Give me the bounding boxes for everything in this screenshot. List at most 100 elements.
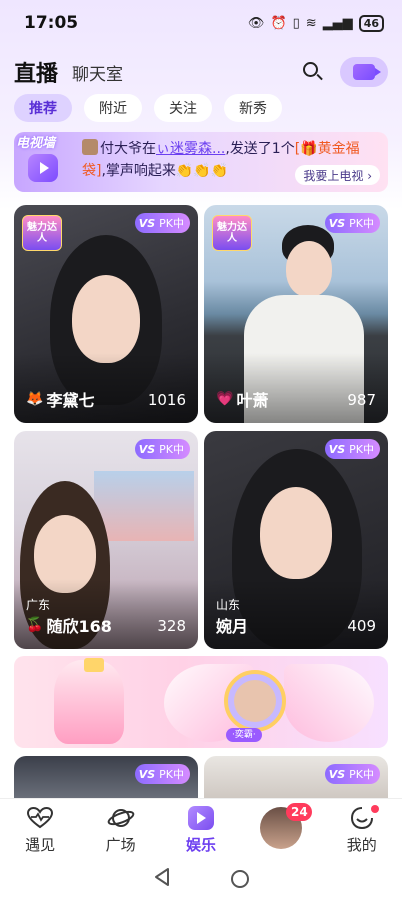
streamer-name-text: 叶萧	[236, 391, 269, 410]
thumbnail-background-stage	[94, 471, 194, 541]
search-icon[interactable]	[300, 59, 326, 85]
crown-icon	[84, 658, 104, 672]
pk-label: PK中	[349, 768, 374, 781]
nav-plaza-label: 广场	[105, 836, 136, 854]
viewer-count: 328	[157, 617, 186, 635]
streamer-name: 🍒 随欣168	[26, 613, 112, 637]
live-room-card[interactable]: VS PK中 广东 🍒 随欣168 328	[14, 431, 198, 649]
promo-name-plate: ·奕霸·	[226, 728, 262, 742]
gift-icon: 🎁	[300, 141, 318, 157]
vs-label: VS	[138, 442, 156, 456]
viewer-count: 409	[347, 617, 376, 635]
streamer-name-text: 李黛七	[46, 391, 95, 410]
live-room-card-peek[interactable]: VS PK中	[204, 756, 388, 798]
live-room-card[interactable]: VS PK中 山东 婉月 409	[204, 431, 388, 649]
pk-label: PK中	[159, 443, 184, 456]
tab-recommend[interactable]: 推荐	[14, 94, 72, 122]
pk-label: PK中	[349, 217, 374, 230]
back-icon[interactable]	[153, 867, 171, 891]
streamer-name: 婉月	[216, 613, 248, 637]
vs-label: VS	[138, 767, 156, 781]
heart-pulse-icon	[25, 805, 55, 831]
thumbnail-face	[260, 487, 332, 579]
heart-icon: 💗	[216, 391, 234, 407]
announcement-suffix: ,掌声响起来	[101, 163, 176, 179]
pk-badge: VS PK中	[324, 213, 380, 233]
video-camera-icon	[353, 64, 381, 80]
announcement-middle: 发送了1个	[229, 141, 295, 157]
streamer-name-text: 婉月	[216, 617, 249, 636]
vs-label: VS	[328, 216, 346, 230]
pk-badge: VS PK中	[134, 764, 190, 784]
vs-label: VS	[328, 767, 346, 781]
wifi-icon: ≋	[305, 15, 317, 31]
viewer-count: 987	[347, 391, 376, 409]
vs-label: VS	[328, 442, 346, 456]
header: 直播 聊天室	[0, 52, 402, 92]
region-label: 山东	[216, 598, 241, 612]
thumbnail-face	[72, 275, 140, 363]
chatroom-tab[interactable]: 聊天室	[72, 60, 123, 85]
cherry-icon: 🍒	[26, 617, 44, 633]
viewer-count: 1016	[147, 391, 186, 409]
header-actions	[300, 57, 388, 87]
vs-label: VS	[138, 216, 156, 230]
unread-badge: 24	[286, 803, 313, 821]
tv-wall-banner[interactable]: 电视墙 付大爷在ぃ迷雾森...,发送了1个[🎁黄金福袋],掌声响起来👏👏👏 我要…	[14, 132, 388, 192]
pk-label: PK中	[349, 443, 374, 456]
bottom-nav: 遇见 广场 娱乐 24 我的	[0, 798, 402, 858]
pk-label: PK中	[159, 217, 184, 230]
pk-label: PK中	[159, 768, 184, 781]
fox-icon: 🦊	[26, 391, 44, 407]
region-label: 广东	[26, 598, 51, 612]
promo-avatar	[234, 680, 276, 722]
sender-avatar	[82, 139, 98, 155]
promo-banner[interactable]: ·奕霸·	[14, 656, 388, 748]
talent-badge: 魅力达人	[212, 215, 252, 251]
alarm-icon: ⏰	[270, 15, 287, 31]
status-bar: 17:05 👁 ⏰ ▯ ≋ ▂▄▆ 46	[0, 0, 402, 46]
nav-entertainment[interactable]: 娱乐	[166, 805, 236, 855]
battery-icon: 46	[358, 14, 384, 32]
play-icon	[187, 806, 214, 830]
announcement-prefix: 付大爷在	[100, 141, 156, 157]
signal-5g-icon: ▂▄▆	[322, 15, 353, 31]
vibrate-icon: ▯	[292, 15, 300, 31]
thumbnail-face	[286, 241, 332, 297]
notification-dot	[370, 805, 379, 813]
go-on-tv-button[interactable]: 我要上电视 ›	[295, 165, 380, 185]
pk-badge: VS PK中	[324, 439, 380, 459]
live-room-card[interactable]: 魅力达人 VS PK中 💗 叶萧 987	[204, 205, 388, 423]
cartoon-character	[54, 660, 124, 744]
nav-entertainment-icon-wrap	[186, 805, 216, 831]
eye-icon: 👁	[247, 15, 265, 31]
pk-badge: VS PK中	[134, 439, 190, 459]
page-title[interactable]: 直播	[14, 56, 58, 88]
nav-meet-label: 遇见	[25, 836, 56, 854]
streamer-name: 💗 叶萧	[216, 387, 268, 411]
nav-entertainment-label: 娱乐	[185, 836, 216, 854]
tab-nearby[interactable]: 附近	[84, 94, 142, 122]
tv-wall-label: 电视墙	[16, 136, 56, 151]
nav-me[interactable]: 我的	[327, 805, 397, 855]
nav-meet[interactable]: 遇见	[5, 805, 75, 855]
nav-plaza[interactable]: 广场	[86, 805, 156, 855]
clock: 17:05	[24, 13, 79, 33]
live-room-card[interactable]: 魅力达人 VS PK中 🦊 李黛七 1016	[14, 205, 198, 423]
tab-newcomers[interactable]: 新秀	[224, 94, 282, 122]
home-icon[interactable]	[231, 870, 249, 888]
clap-icons: 👏👏👏	[175, 163, 229, 179]
go-live-button[interactable]	[340, 57, 388, 87]
category-tabs: 推荐 附近 关注 新秀	[14, 94, 282, 122]
system-nav-bar	[0, 858, 402, 900]
recipient-name[interactable]: ぃ迷雾森...	[156, 141, 225, 157]
wing-decoration-right	[284, 664, 374, 742]
tv-play-icon	[28, 154, 58, 182]
nav-messages[interactable]: 24	[246, 803, 316, 849]
nav-me-label: 我的	[346, 836, 377, 854]
streamer-name-text: 随欣168	[46, 617, 112, 636]
tab-following[interactable]: 关注	[154, 94, 212, 122]
pk-badge: VS PK中	[324, 764, 380, 784]
status-icons: 👁 ⏰ ▯ ≋ ▂▄▆ 46	[247, 14, 384, 32]
live-room-card-peek[interactable]: VS PK中	[14, 756, 198, 798]
